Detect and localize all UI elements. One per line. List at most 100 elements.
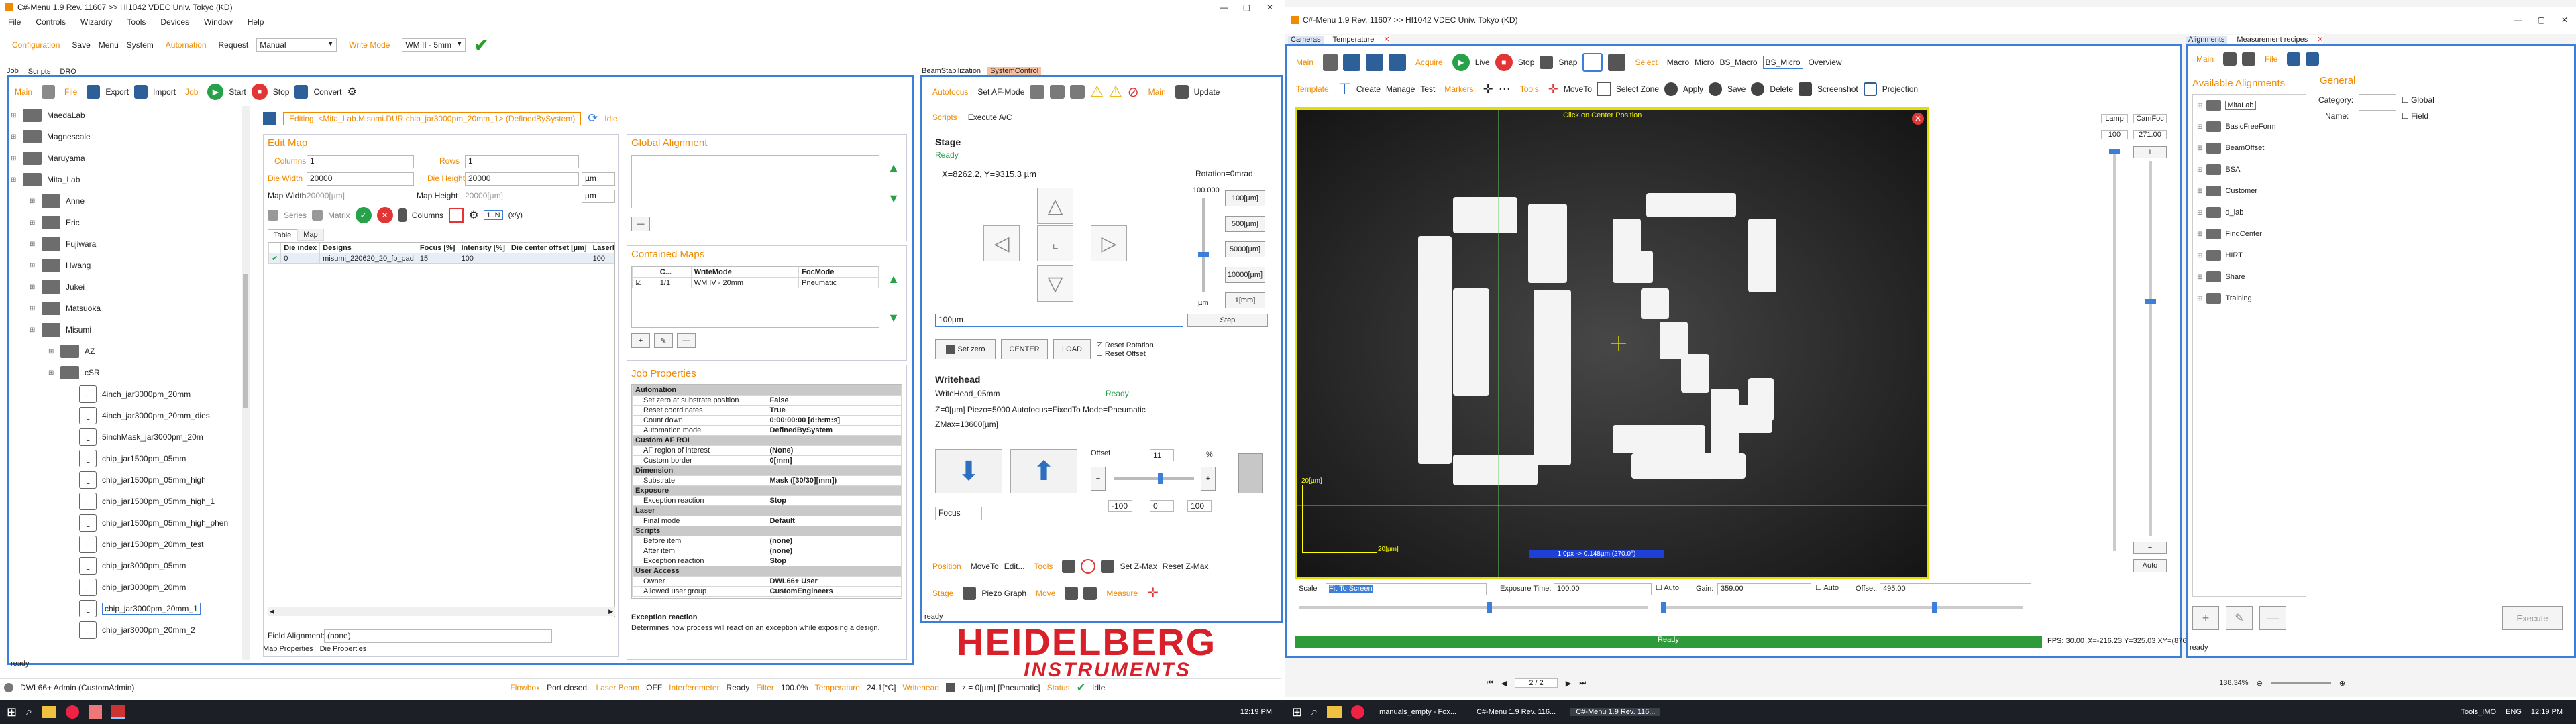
property-row[interactable]: Reset coordinates True — [632, 405, 902, 416]
tree-item[interactable]: ⊞ Mita_Lab — [11, 170, 80, 189]
app-icon-1[interactable] — [89, 705, 103, 719]
column-header[interactable]: Die center offset [µm] — [507, 243, 590, 253]
property-row[interactable]: Before item (none) — [632, 536, 902, 546]
settings-icon[interactable] — [1366, 54, 1384, 71]
stop-button[interactable]: Stop — [273, 87, 290, 97]
taskbar-app-pdf[interactable]: manuals_empty - Fox... — [1374, 708, 1462, 716]
tab-alignments[interactable]: Alignments — [2186, 35, 2228, 44]
property-row[interactable]: Count down 0:00:00:00 [d:h:m:s] — [632, 415, 902, 426]
expand-icon[interactable]: ⊞ — [2197, 209, 2202, 217]
minimize-button[interactable]: — — [1220, 3, 1228, 12]
remove-alignment-button[interactable]: — — [631, 217, 650, 231]
property-category[interactable]: Exposure — [632, 485, 902, 496]
offset-slider[interactable] — [1768, 602, 2023, 613]
edit-map-button[interactable]: ✎ — [654, 333, 673, 348]
taskbar-clock-left[interactable]: 12:19 PM — [1240, 708, 1272, 716]
expand-icon[interactable]: ⊞ — [48, 348, 55, 355]
exposure-slider-thumb[interactable] — [1487, 602, 1492, 613]
expand-icon[interactable]: ⊞ — [30, 262, 36, 269]
close-overlay-icon[interactable]: ✕ — [1912, 113, 1924, 125]
tab-beam-stabilization[interactable]: BeamStabilization — [922, 67, 981, 75]
column-header[interactable]: Focus [%] — [416, 243, 459, 253]
move-down-button[interactable]: ▼ — [883, 188, 904, 208]
property-value[interactable]: (None) — [766, 445, 902, 456]
columns-input[interactable]: 1 — [307, 155, 414, 168]
exposure-input[interactable]: 100.00 — [1554, 583, 1652, 595]
z-down-button[interactable]: ⬇ — [935, 449, 1002, 493]
af-icon[interactable] — [1030, 85, 1045, 99]
camfoc-slider[interactable] — [2145, 161, 2156, 536]
offset-slider[interactable] — [1114, 473, 1194, 484]
export-icon[interactable] — [2306, 52, 2320, 66]
zoom-in-icon[interactable]: ⊕ — [2339, 679, 2345, 688]
taskbar-user[interactable]: Tools_IMO — [2461, 708, 2496, 716]
remove-alignment-button[interactable]: — — [2259, 606, 2286, 630]
search-icon[interactable]: ⌕ — [1311, 706, 1318, 718]
tree-item[interactable]: ⊞ Maruyama — [11, 149, 85, 168]
zoom-value[interactable]: 138.34% — [2219, 679, 2248, 687]
table-hscroll[interactable]: ◀ ▶ — [268, 607, 615, 616]
property-value[interactable]: Mask ([30/30][mm]) — [766, 475, 902, 486]
set-zmax-button[interactable]: Set Z-Max — [1120, 562, 1157, 571]
xy-button[interactable]: (x/y) — [508, 211, 523, 219]
tree-item[interactable]: ⌞ chip_jar3000pm_20mm_2 — [67, 621, 195, 640]
projection-button[interactable]: Projection — [1882, 84, 1918, 94]
menu-devices[interactable]: Devices — [160, 17, 189, 27]
offset-plus-button[interactable]: + — [1201, 467, 1216, 491]
expand-icon[interactable]: ⊞ — [2197, 166, 2202, 174]
table-cell[interactable]: 100 — [458, 253, 508, 264]
tab-die-properties[interactable]: Die Properties — [320, 645, 367, 653]
lamp-value[interactable]: 100 — [2101, 130, 2128, 139]
step-size-button[interactable]: 500[µm] — [1225, 216, 1265, 232]
test-button[interactable]: Test — [1420, 84, 1435, 94]
move-up-button[interactable]: ▲ — [883, 269, 904, 289]
step-input[interactable]: 100µm — [935, 314, 1183, 327]
step-slider[interactable] — [1198, 198, 1209, 292]
screenshot-button[interactable]: Screenshot — [1817, 84, 1858, 94]
tree-item[interactable]: ⊞ AZ — [48, 342, 95, 361]
1n-button[interactable]: 1..N — [484, 210, 503, 220]
global-check[interactable]: ☐ Global — [2402, 95, 2434, 105]
execute-button[interactable]: Execute — [2502, 606, 2563, 630]
close-tab-icon[interactable]: ✕ — [1383, 35, 1389, 44]
marker-icon-2[interactable]: ⋯ — [1499, 82, 1511, 97]
request-select[interactable]: Manual ▼ — [256, 38, 337, 52]
property-value[interactable]: (none) — [766, 536, 902, 546]
tree-scroll-thumb[interactable] — [243, 274, 248, 408]
tree-item[interactable]: ⊞ Fujiwara — [30, 235, 96, 253]
center-button[interactable]: CENTER — [1001, 339, 1048, 359]
tab-map-properties[interactable]: Map Properties — [263, 645, 313, 653]
save-button[interactable]: Save — [1727, 84, 1746, 94]
property-row[interactable]: Owner DWL66+ User — [632, 576, 902, 587]
step-button[interactable]: Step — [1187, 314, 1268, 327]
table-row[interactable]: ☑ 1/1 WM IV - 20mm Pneumatic — [632, 277, 879, 288]
add-alignment-button[interactable]: + — [2192, 606, 2219, 630]
expand-icon[interactable]: ⊞ — [30, 284, 36, 291]
table-row[interactable]: ✔ 0 misumi_220620_20_fp_pad 15 100 100 — [268, 253, 614, 264]
property-row[interactable]: Substrate Mask ([30/30][mm]) — [632, 475, 902, 486]
exposure-slider[interactable] — [1299, 602, 1648, 613]
taskbar-clock-right[interactable]: 12:19 PM — [2531, 708, 2563, 716]
expand-icon[interactable]: ⊞ — [11, 133, 17, 141]
save-button[interactable]: Save — [72, 40, 90, 50]
stage-icon[interactable] — [963, 586, 977, 600]
write-mode-select[interactable]: WM II - 5mm ▼ — [402, 38, 466, 52]
expand-icon[interactable]: ⊞ — [11, 176, 17, 184]
menu-file[interactable]: File — [8, 17, 21, 27]
scroll-right-icon[interactable]: ▶ — [608, 608, 613, 615]
alignment-item[interactable]: ⊞ Customer — [2197, 186, 2257, 196]
windows-start-icon[interactable]: ⊞ — [1292, 705, 1302, 719]
matrix-button[interactable]: Matrix — [328, 210, 350, 220]
edit-button[interactable]: Edit... — [1004, 562, 1025, 571]
set-zero-button[interactable]: Set zero — [935, 339, 996, 359]
column-header[interactable]: LaserPower [n — [589, 243, 614, 253]
alignment-item[interactable]: ⊞ d_lab — [2197, 207, 2243, 218]
reset-zmax-button[interactable]: Reset Z-Max — [1163, 562, 1209, 571]
expand-icon[interactable]: ⊞ — [2197, 252, 2202, 259]
zoom-out-icon[interactable]: ⊖ — [2257, 679, 2263, 688]
windows-start-icon[interactable]: ⊞ — [7, 705, 17, 719]
expand-icon[interactable]: ⊞ — [30, 241, 36, 248]
settings-icon[interactable]: ⚙ — [347, 85, 356, 99]
expand-icon[interactable]: ⊞ — [2197, 123, 2202, 131]
search-icon[interactable]: ⌕ — [26, 706, 32, 718]
